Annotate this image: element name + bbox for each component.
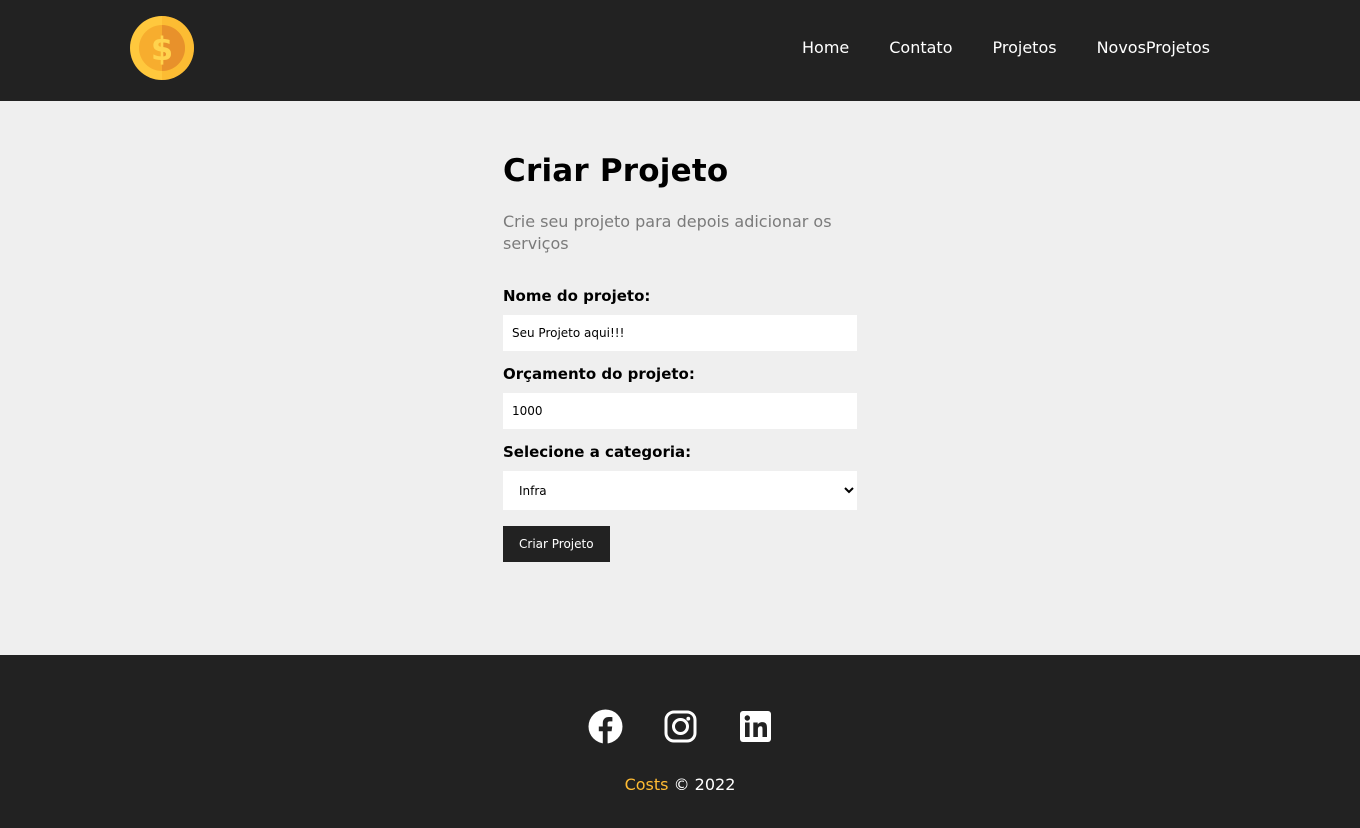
nav-item-home: Home [802, 38, 849, 57]
nav-link-contato[interactable]: Contato [889, 38, 952, 57]
nav-item-novosprojetos: NovosProjetos [1097, 38, 1210, 57]
name-field-group: Nome do projeto: [503, 287, 857, 351]
copyright-text: Costs © 2022 [0, 775, 1360, 794]
footer: Costs © 2022 [0, 655, 1360, 828]
category-label: Selecione a categoria: [503, 443, 692, 461]
copyright-year: © 2022 [673, 775, 736, 794]
category-field-group: Selecione a categoria: Infra [503, 443, 857, 510]
page-subtitle: Crie seu projeto para depois adicionar o… [503, 212, 832, 253]
nav-link-projetos[interactable]: Projetos [993, 38, 1057, 57]
budget-field-group: Orçamento do projeto: [503, 365, 857, 429]
nav-item-contato: Contato [889, 38, 952, 57]
facebook-icon[interactable] [588, 709, 623, 744]
social-links [0, 709, 1360, 744]
navbar: $ Home Contato Projetos NovosProjetos [0, 0, 1360, 101]
nav-item-projetos: Projetos [993, 38, 1057, 57]
nav-link-novosprojetos[interactable]: NovosProjetos [1097, 38, 1210, 57]
name-label: Nome do projeto: [503, 287, 651, 305]
instagram-icon[interactable] [663, 709, 698, 744]
brand-name: Costs [624, 775, 669, 794]
coin-dollar-icon[interactable]: $ [130, 16, 194, 80]
budget-label: Orçamento do projeto: [503, 365, 695, 383]
nav-link-home[interactable]: Home [802, 38, 849, 57]
create-project-button[interactable]: Criar Projeto [503, 526, 610, 562]
page-title: Criar Projeto [503, 153, 729, 189]
project-form: Nome do projeto: Orçamento do projeto: S… [503, 287, 857, 562]
main-content: Criar Projeto Crie seu projeto para depo… [0, 101, 1360, 655]
category-select[interactable]: Infra [503, 471, 857, 510]
project-budget-input[interactable] [503, 393, 857, 429]
nav-menu: Home Contato Projetos NovosProjetos [762, 38, 1210, 57]
project-name-input[interactable] [503, 315, 857, 351]
svg-text:$: $ [151, 30, 173, 68]
linkedin-icon[interactable] [738, 709, 773, 744]
new-project-container: Criar Projeto Crie seu projeto para depo… [503, 153, 857, 562]
